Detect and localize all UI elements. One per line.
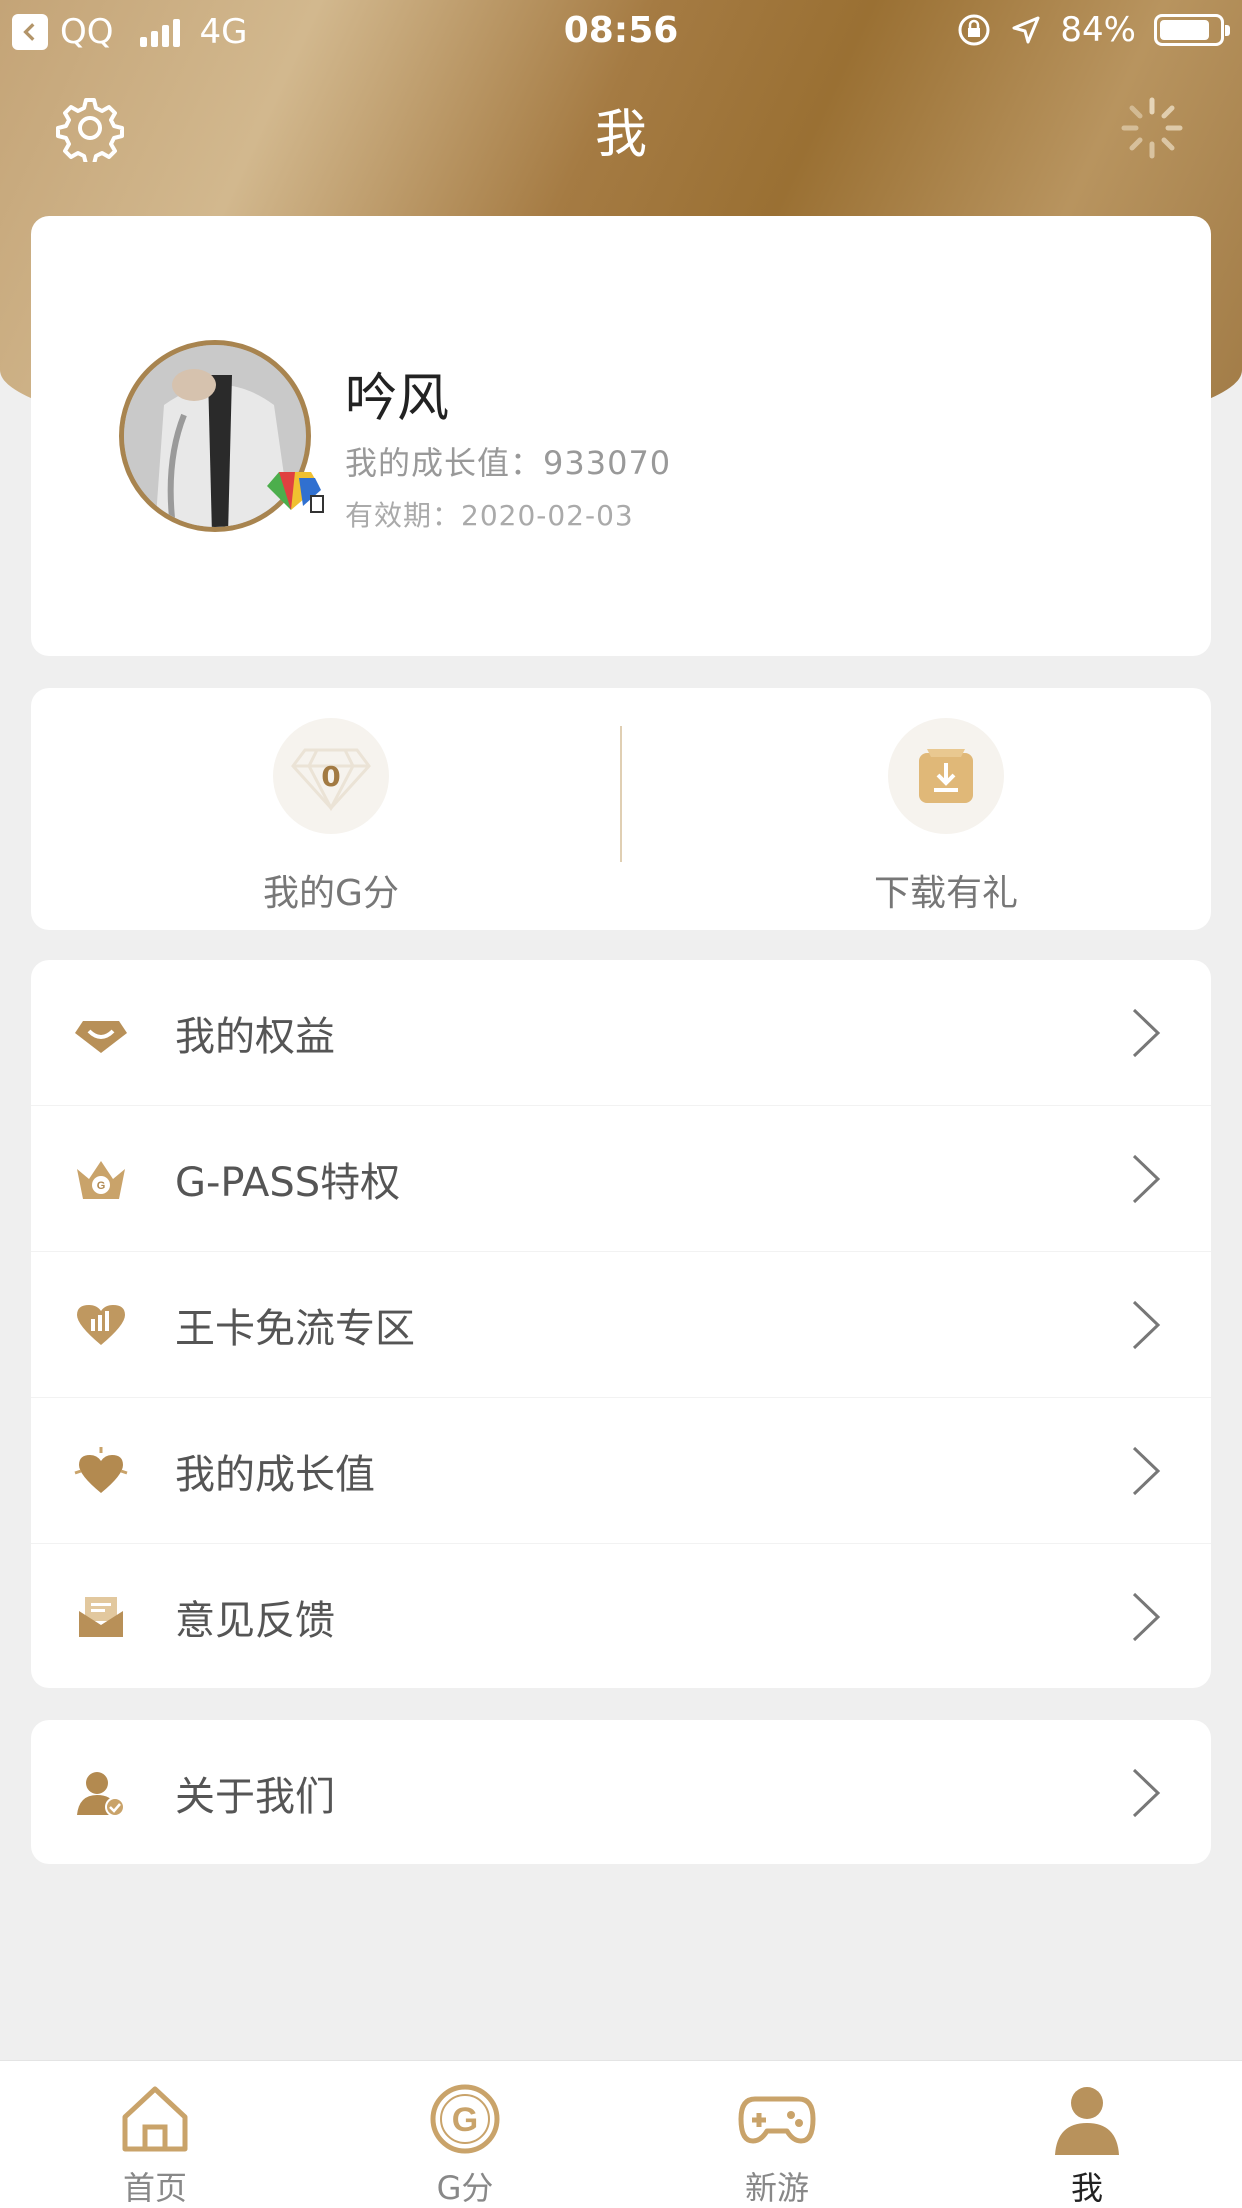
gamepad-icon xyxy=(738,2096,816,2144)
stats-card: 0 我的G分 下载有礼 xyxy=(31,688,1211,930)
spinner-icon[interactable] xyxy=(1118,94,1186,162)
tab-me[interactable]: 我 xyxy=(987,2079,1187,2208)
g-coin-icon: G xyxy=(430,2084,500,2154)
rotation-lock-icon xyxy=(958,14,990,46)
battery-fill xyxy=(1160,20,1209,40)
menu-label: 我的权益 xyxy=(175,1014,335,1060)
vip-badge-icon xyxy=(267,472,324,513)
svg-text:G: G xyxy=(97,1180,106,1192)
menu-item-about-us[interactable]: 关于我们 xyxy=(31,1720,1211,1866)
menu-label: G-PASS特权 xyxy=(175,1160,401,1206)
download-gift[interactable]: 下载有礼 xyxy=(796,718,1096,916)
growth-value: 我的成长值：933070 xyxy=(345,444,672,482)
svg-text:G: G xyxy=(452,2101,478,2139)
menu-item-my-rights[interactable]: 我的权益 xyxy=(31,960,1211,1106)
heart-growth-icon xyxy=(74,1447,128,1493)
tab-label: 首页 xyxy=(122,2169,187,2207)
download-gift-label: 下载有礼 xyxy=(873,873,1018,914)
battery-percent: 84% xyxy=(1060,10,1136,50)
battery-icon xyxy=(1154,14,1230,46)
menu-card: 我的权益 G G-PASS特权 王卡免流专区 我的成长值 意见反馈 xyxy=(31,960,1211,1688)
tab-label: G分 xyxy=(436,2169,494,2207)
g-points-value: 0 xyxy=(321,759,341,793)
tab-home[interactable]: 首页 xyxy=(55,2079,255,2208)
chevron-right-icon xyxy=(1132,1768,1161,1818)
user-check-icon xyxy=(77,1772,125,1817)
profile-card[interactable]: 吟风 我的成长值：933070 有效期：2020-02-03 xyxy=(31,216,1211,656)
home-icon xyxy=(122,2086,188,2152)
validity-date: 有效期：2020-02-03 xyxy=(345,499,634,532)
status-bar: QQ 4G 08:56 84% xyxy=(0,0,1242,62)
menu-item-wangka[interactable]: 王卡免流专区 xyxy=(31,1252,1211,1398)
nav-bar: 我 xyxy=(0,62,1242,192)
envelope-icon xyxy=(79,1597,123,1637)
chevron-right-icon xyxy=(1132,1008,1161,1058)
menu-label: 王卡免流专区 xyxy=(175,1306,415,1352)
chevron-right-icon xyxy=(1132,1592,1161,1642)
chevron-right-icon xyxy=(1132,1300,1161,1350)
tab-bar: 首页 G G分 新游 我 xyxy=(0,2060,1242,2208)
gem-icon xyxy=(75,1021,127,1053)
my-g-points[interactable]: 0 我的G分 xyxy=(181,718,481,916)
download-gift-icon xyxy=(888,718,1004,834)
crown-icon: G xyxy=(77,1161,125,1199)
chevron-right-icon xyxy=(1132,1446,1161,1496)
chart-heart-icon xyxy=(77,1305,125,1345)
username: 吟风 xyxy=(345,369,450,429)
page-title: 我 xyxy=(594,105,647,165)
g-points-label: 我的G分 xyxy=(263,873,399,914)
location-icon xyxy=(1012,16,1040,44)
menu-item-gpass[interactable]: G G-PASS特权 xyxy=(31,1106,1211,1252)
menu-item-feedback[interactable]: 意见反馈 xyxy=(31,1544,1211,1690)
menu-label: 我的成长值 xyxy=(175,1452,375,1498)
diamond-icon: 0 xyxy=(273,718,389,834)
tab-new-games[interactable]: 新游 xyxy=(677,2079,877,2208)
stats-divider xyxy=(620,726,622,862)
about-card: 关于我们 xyxy=(31,1720,1211,1864)
menu-item-growth[interactable]: 我的成长值 xyxy=(31,1398,1211,1544)
tab-label: 新游 xyxy=(744,2169,809,2207)
menu-label: 意见反馈 xyxy=(175,1598,335,1644)
tab-label: 我 xyxy=(1070,2169,1103,2207)
chevron-right-icon xyxy=(1132,1154,1161,1204)
menu-label: 关于我们 xyxy=(175,1774,335,1820)
tab-g-points[interactable]: G G分 xyxy=(365,2079,565,2208)
user-icon xyxy=(1055,2087,1119,2155)
